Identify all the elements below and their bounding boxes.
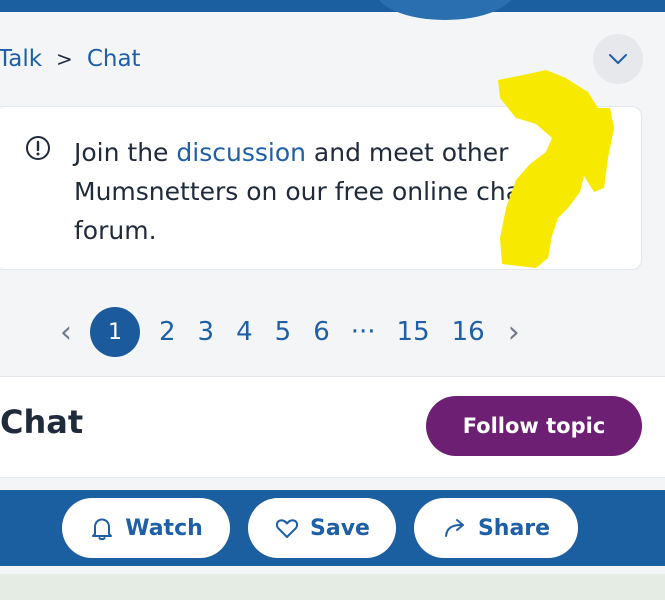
page-4[interactable]: 4 [225,317,264,347]
top-banner [0,0,665,20]
pagination-ellipsis: ··· [350,317,376,347]
info-text-start: Join the [74,138,177,167]
page-3[interactable]: 3 [187,317,226,347]
next-page-button[interactable]: › [496,315,532,350]
save-label: Save [310,515,370,541]
breadcrumb-separator: > [56,47,73,71]
bottom-strip [0,574,665,600]
breadcrumb: Talk > Chat [0,44,141,74]
breadcrumb-chat[interactable]: Chat [87,46,141,72]
page-5[interactable]: 5 [264,317,303,347]
page-15[interactable]: 15 [386,317,441,347]
chevron-down-icon [609,54,627,64]
discussion-link[interactable]: discussion [176,138,306,167]
share-button[interactable]: Share [414,498,578,558]
info-icon [26,136,50,160]
bell-icon [92,518,113,541]
info-message: Join the discussion and meet other Mumsn… [74,133,594,250]
follow-topic-button[interactable]: Follow topic [426,396,642,456]
topic-header: Chat Follow topic [0,376,665,478]
pagination: ‹ 1 2 3 4 5 6 ··· 15 16 › [48,306,532,358]
action-bar: Watch Save Share [0,490,665,566]
prev-page-button[interactable]: ‹ [48,315,84,350]
current-page[interactable]: 1 [90,307,140,357]
share-label: Share [477,515,551,541]
breadcrumb-talk[interactable]: Talk [0,46,42,72]
heart-icon [275,519,299,538]
watch-button[interactable]: Watch [62,498,230,558]
page-6[interactable]: 6 [302,317,341,347]
info-card: Join the discussion and meet other Mumsn… [0,106,642,270]
watch-label: Watch [125,515,203,541]
page-2[interactable]: 2 [148,317,187,347]
collapse-button[interactable] [593,34,643,84]
banner-decoration [375,0,515,20]
share-arrow-icon [444,519,464,537]
page-16[interactable]: 16 [441,317,496,347]
topic-title: Chat [0,403,84,441]
save-button[interactable]: Save [248,498,396,558]
